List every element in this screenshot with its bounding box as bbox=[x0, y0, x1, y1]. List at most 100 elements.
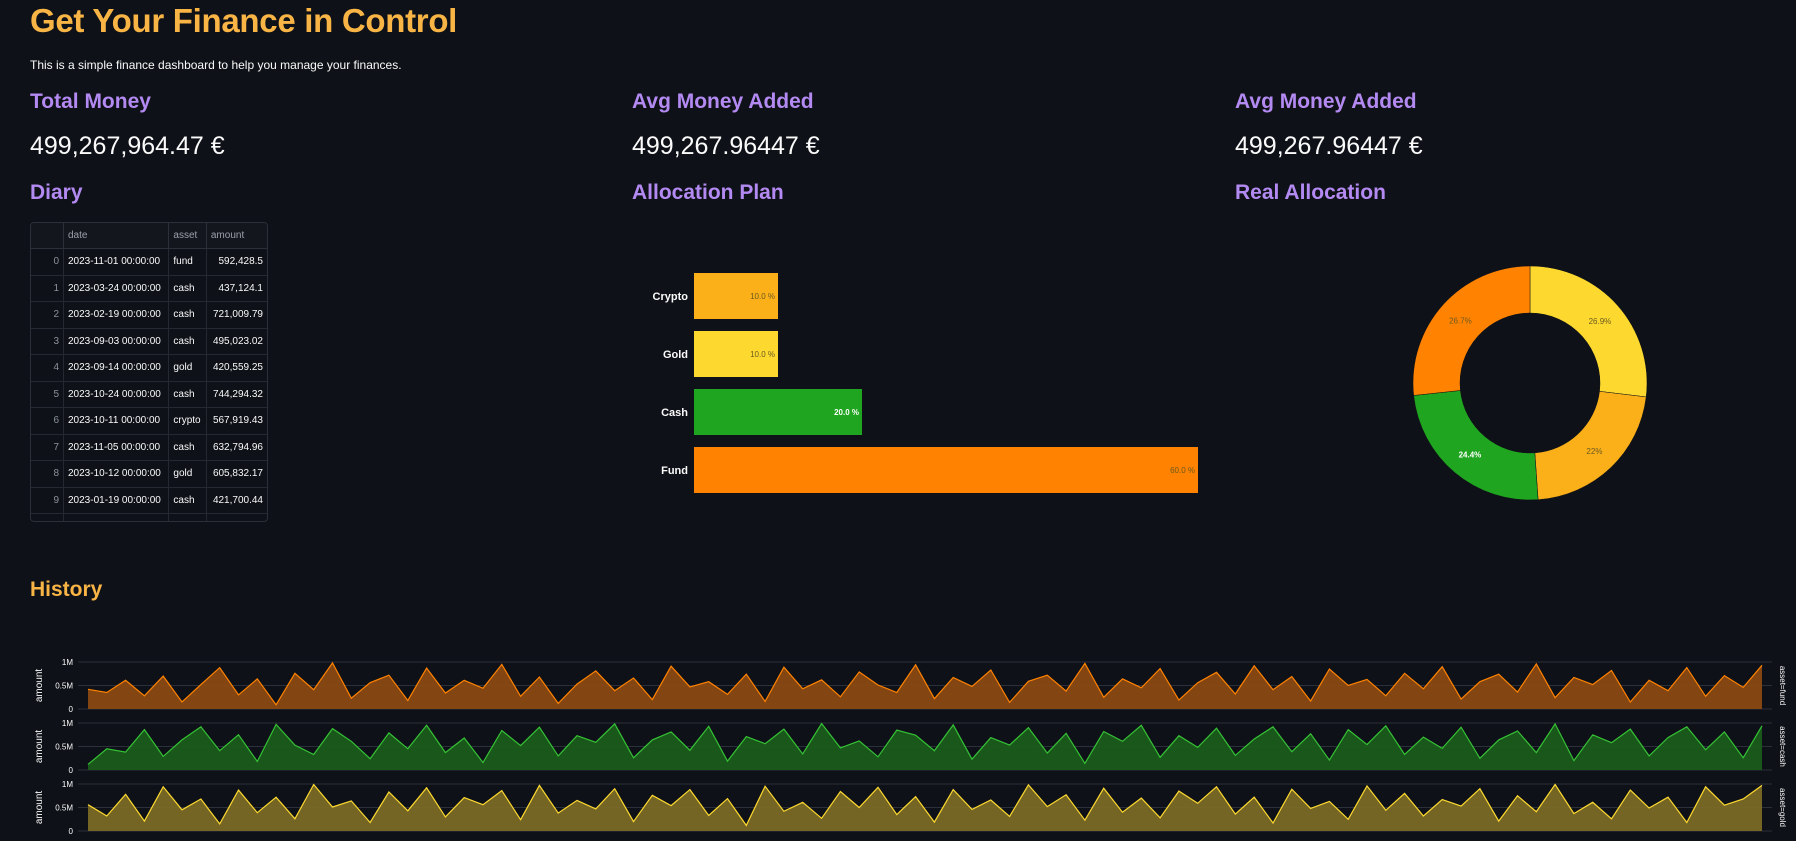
y-tick-label: 1M bbox=[62, 719, 73, 728]
table-row[interactable]: 5 2023-10-24 00:00:00 cash 744,294.32 bbox=[31, 381, 267, 408]
table-row-empty bbox=[31, 513, 267, 521]
row-index[interactable]: 7 bbox=[31, 434, 64, 461]
metric-avg-money-added-2: Avg Money Added 499,267.96447 € Real All… bbox=[1235, 90, 1795, 205]
section-title-real-allocation: Real Allocation bbox=[1235, 181, 1386, 204]
column-header-index[interactable] bbox=[31, 223, 64, 249]
amount-cell[interactable]: 721,009.79 bbox=[206, 301, 267, 329]
plan-value-label: 60.0 % bbox=[1170, 466, 1195, 475]
row-index[interactable]: 4 bbox=[31, 354, 64, 382]
y-axis-label: amount bbox=[34, 669, 45, 703]
asset-cell[interactable]: gold bbox=[168, 460, 207, 488]
table-row[interactable]: 8 2023-10-12 00:00:00 gold 605,832.17 bbox=[31, 460, 267, 488]
amount-cell[interactable]: 744,294.32 bbox=[206, 381, 267, 408]
row-index[interactable]: 9 bbox=[31, 487, 64, 514]
date-cell[interactable]: 2023-11-05 00:00:00 bbox=[63, 434, 170, 461]
amount-cell[interactable]: 592,428.5 bbox=[206, 248, 267, 276]
date-cell[interactable]: 2023-11-01 00:00:00 bbox=[63, 248, 170, 276]
amount-cell[interactable]: 421,700.44 bbox=[206, 487, 267, 514]
plan-category-label: Crypto bbox=[653, 291, 689, 303]
y-tick-label: 0.5M bbox=[55, 682, 73, 691]
date-cell[interactable]: 2023-09-14 00:00:00 bbox=[63, 354, 170, 382]
table-row[interactable]: 3 2023-09-03 00:00:00 cash 495,023.02 bbox=[31, 328, 267, 355]
date-cell[interactable]: 2023-03-24 00:00:00 bbox=[63, 275, 170, 302]
amount-cell[interactable]: 632,794.96 bbox=[206, 434, 267, 461]
date-cell[interactable]: 2023-01-19 00:00:00 bbox=[63, 487, 170, 514]
asset-cell[interactable]: cash bbox=[168, 434, 207, 461]
date-cell[interactable]: 2023-10-11 00:00:00 bbox=[63, 407, 170, 435]
y-tick-label: 1M bbox=[62, 780, 73, 789]
asset-cell[interactable]: cash bbox=[168, 328, 207, 355]
plan-category-label: Gold bbox=[663, 349, 688, 361]
plan-category-label: Cash bbox=[661, 407, 688, 419]
table-row[interactable]: 9 2023-01-19 00:00:00 cash 421,700.44 bbox=[31, 487, 267, 514]
date-cell[interactable]: 2023-10-24 00:00:00 bbox=[63, 381, 170, 408]
donut-slice-gold[interactable] bbox=[1529, 265, 1648, 398]
table-row[interactable]: 4 2023-09-14 00:00:00 gold 420,559.25 bbox=[31, 354, 267, 382]
date-cell[interactable]: 2023-02-19 00:00:00 bbox=[63, 301, 170, 329]
history-panel-fund: 0 0.5M 1M amount asset=fund bbox=[34, 658, 1787, 714]
metric-avg-money-added: Avg Money Added 499,267.96447 € Allocati… bbox=[632, 90, 1192, 205]
row-index[interactable]: 1 bbox=[31, 275, 64, 302]
donut-slice-label: 24.4% bbox=[1459, 451, 1482, 460]
asset-cell[interactable]: cash bbox=[168, 381, 207, 408]
y-tick-label: 0.5M bbox=[55, 804, 73, 813]
plan-bar-fund[interactable] bbox=[694, 447, 1198, 493]
y-tick-label: 0 bbox=[69, 827, 74, 836]
donut-slice-cash[interactable] bbox=[1413, 390, 1539, 501]
y-axis-label: amount bbox=[34, 730, 45, 764]
table-row[interactable]: 2 2023-02-19 00:00:00 cash 721,009.79 bbox=[31, 301, 267, 329]
table-row[interactable]: 0 2023-11-01 00:00:00 fund 592,428.5 bbox=[31, 248, 267, 276]
section-title-allocation-plan: Allocation Plan bbox=[632, 181, 784, 204]
column-header-amount[interactable]: amount bbox=[206, 223, 267, 249]
row-index[interactable]: 6 bbox=[31, 407, 64, 435]
section-title-diary: Diary bbox=[30, 181, 83, 204]
amount-cell[interactable]: 605,832.17 bbox=[206, 460, 267, 488]
plan-category-label: Fund bbox=[661, 465, 688, 477]
amount-cell[interactable]: 437,124.1 bbox=[206, 275, 267, 302]
donut-slice-crypto[interactable] bbox=[1534, 391, 1647, 500]
amount-cell[interactable]: 495,023.02 bbox=[206, 328, 267, 355]
real-allocation-donut-chart[interactable]: 26.9% 22% 24.4% 26.7% bbox=[1395, 258, 1665, 508]
y-tick-label: 0 bbox=[69, 766, 74, 775]
y-tick-label: 0 bbox=[69, 705, 74, 714]
asset-cell[interactable]: cash bbox=[168, 487, 207, 514]
facet-label: asset=gold bbox=[1778, 788, 1787, 827]
history-area-chart[interactable]: 0 0.5M 1M amount asset=fund 0 0.5M 1M amount asse… bbox=[0, 652, 1796, 841]
asset-cell[interactable]: crypto bbox=[168, 407, 207, 435]
diary-table[interactable]: date asset amount 0 2023-11-01 00:00:00 fu… bbox=[30, 222, 268, 522]
asset-cell[interactable]: gold bbox=[168, 354, 207, 382]
table-row[interactable]: 1 2023-03-24 00:00:00 cash 437,124.1 bbox=[31, 275, 267, 302]
column-header-date[interactable]: date bbox=[63, 223, 170, 249]
donut-slice-label: 22% bbox=[1586, 447, 1602, 456]
donut-slice-fund[interactable] bbox=[1412, 265, 1531, 396]
asset-cell[interactable]: cash bbox=[168, 275, 207, 302]
metric-label: Avg Money Added bbox=[632, 90, 814, 113]
date-cell[interactable]: 2023-09-03 00:00:00 bbox=[63, 328, 170, 355]
amount-cell[interactable]: 567,919.43 bbox=[206, 407, 267, 435]
donut-slice-label: 26.9% bbox=[1589, 317, 1612, 326]
history-area bbox=[88, 723, 1762, 770]
amount-cell[interactable]: 420,559.25 bbox=[206, 354, 267, 382]
facet-label: asset=cash bbox=[1778, 726, 1787, 767]
allocation-plan-chart[interactable]: Crypto 10.0 % Gold 10.0 % Cash 20.0 % Fund 60.0… bbox=[632, 262, 1202, 502]
asset-cell[interactable]: cash bbox=[168, 301, 207, 329]
table-row[interactable]: 7 2023-11-05 00:00:00 cash 632,794.96 bbox=[31, 434, 267, 461]
row-index[interactable]: 3 bbox=[31, 328, 64, 355]
page-title: Get Your Finance in Control bbox=[30, 2, 458, 39]
metric-value: 499,267.96447 € bbox=[632, 132, 820, 160]
table-header-row: date asset amount bbox=[31, 223, 267, 249]
y-tick-label: 0.5M bbox=[55, 743, 73, 752]
column-header-asset[interactable]: asset bbox=[168, 223, 207, 249]
row-index[interactable]: 2 bbox=[31, 301, 64, 329]
metric-value: 499,267.96447 € bbox=[1235, 132, 1423, 160]
row-index[interactable]: 8 bbox=[31, 460, 64, 488]
y-axis-label: amount bbox=[34, 791, 45, 825]
row-index[interactable]: 5 bbox=[31, 381, 64, 408]
table-row[interactable]: 6 2023-10-11 00:00:00 crypto 567,919.43 bbox=[31, 407, 267, 435]
row-index[interactable]: 0 bbox=[31, 248, 64, 276]
metric-label: Total Money bbox=[30, 90, 151, 113]
history-panel-cash: 0 0.5M 1M amount asset=cash bbox=[34, 719, 1787, 775]
asset-cell[interactable]: fund bbox=[168, 248, 207, 276]
date-cell[interactable]: 2023-10-12 00:00:00 bbox=[63, 460, 170, 488]
metric-total-money: Total Money 499,267,964.47 € Diary bbox=[30, 90, 590, 205]
